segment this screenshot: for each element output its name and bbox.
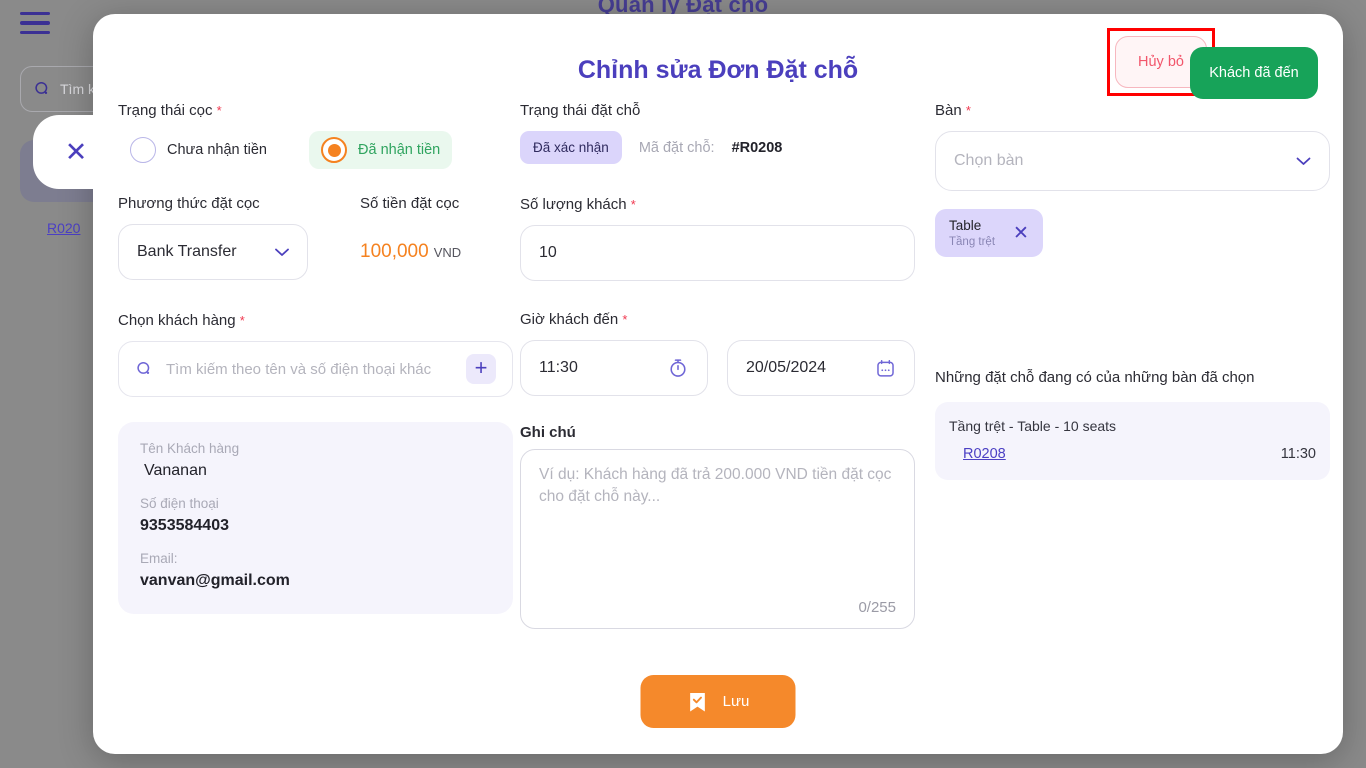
existing-reservation-row: R0208 11:30 xyxy=(949,446,1316,462)
existing-reservations-group: Những đặt chỗ đang có của những bàn đã c… xyxy=(935,369,1330,480)
save-button-label: Lưu xyxy=(722,693,750,710)
arrival-label: Giờ khách đến * xyxy=(520,311,628,328)
customer-select-label: Chọn khách hàng * xyxy=(118,312,245,329)
plus-icon: + xyxy=(474,355,488,380)
arrival-date-value: 20/05/2024 xyxy=(746,359,827,376)
chevron-down-icon xyxy=(1296,157,1311,165)
right-column: Bàn * Chọn bàn Table Tầng trệt ✕ Những đ… xyxy=(935,102,1330,480)
hamburger-icon[interactable] xyxy=(20,12,50,34)
note-textarea[interactable]: Ví dụ: Khách hàng đã trả 200.000 VND tiề… xyxy=(520,449,915,629)
middle-column: Trạng thái đặt chỗ Đã xác nhận Mã đặt ch… xyxy=(520,102,915,629)
guest-count-value: 10 xyxy=(539,244,557,261)
arrival-row: 11:30 20/05/2024 xyxy=(520,340,915,396)
chevron-down-icon xyxy=(275,248,289,256)
close-modal-button[interactable]: ✕ xyxy=(33,115,125,189)
customer-select-group: Chọn khách hàng * Tìm kiếm theo tên và s… xyxy=(118,312,513,397)
chip-table-name: Table xyxy=(949,218,982,233)
deposit-status-label: Trạng thái cọc * xyxy=(118,102,222,119)
search-icon xyxy=(35,81,48,94)
guest-count-group: Số lượng khách * 10 xyxy=(520,196,915,281)
required-marker: * xyxy=(216,103,222,118)
status-badge: Đã xác nhận xyxy=(520,131,622,164)
customer-phone-label: Số điện thoại xyxy=(140,496,219,511)
customer-search-placeholder: Tìm kiếm theo tên và số điện thoại khác xyxy=(166,360,432,378)
customer-search-input[interactable]: Tìm kiếm theo tên và số điện thoại khác … xyxy=(118,341,513,397)
customer-name-label: Tên Khách hàng xyxy=(140,441,240,456)
chip-table-area: Tầng trệt xyxy=(949,236,996,248)
note-character-counter: 0/255 xyxy=(858,599,896,616)
guest-count-input[interactable]: 10 xyxy=(520,225,915,281)
deposit-amount-currency: VND xyxy=(433,244,462,260)
customer-email-value: vanvan@gmail.com xyxy=(140,572,290,589)
guest-arrived-label: Khách đã đến xyxy=(1209,65,1299,81)
radio-circle-icon xyxy=(130,137,156,163)
booking-code-label: Mã đặt chỗ: xyxy=(638,139,715,156)
close-icon: ✕ xyxy=(64,136,88,167)
radio-option-not-received[interactable]: Chưa nhận tiền xyxy=(118,131,279,169)
search-icon xyxy=(137,361,150,374)
required-marker: * xyxy=(622,312,628,327)
arrival-date-input[interactable]: 20/05/2024 xyxy=(727,340,915,396)
customer-email-label: Email: xyxy=(140,551,178,566)
table-select-placeholder: Chọn bàn xyxy=(954,152,1024,169)
remove-table-icon[interactable]: ✕ xyxy=(1013,222,1029,245)
deposit-amount-value-row: 100,000 VND xyxy=(360,224,461,280)
background-reservation-link[interactable]: R020 xyxy=(47,220,80,236)
booking-code-value: #R0208 xyxy=(731,139,783,156)
deposit-amount-group: Số tiền đặt cọc 100,000 VND xyxy=(360,195,461,280)
arrival-group: Giờ khách đến * 11:30 20/05/2024 xyxy=(520,311,915,396)
deposit-status-radio-group: Chưa nhận tiền Đã nhận tiền xyxy=(118,131,513,169)
deposit-method-select[interactable]: Bank Transfer xyxy=(118,224,308,280)
arrival-time-value: 11:30 xyxy=(539,359,578,376)
booking-status-label: Trạng thái đặt chỗ xyxy=(520,102,641,119)
deposit-method-label: Phương thức đặt cọc xyxy=(118,195,260,212)
radio-option-received[interactable]: Đã nhận tiền xyxy=(309,131,453,169)
table-select[interactable]: Chọn bàn xyxy=(935,131,1330,191)
required-marker: * xyxy=(239,313,245,328)
existing-reservations-heading: Những đặt chỗ đang có của những bàn đã c… xyxy=(935,369,1255,386)
save-button[interactable]: Lưu xyxy=(640,675,796,728)
chip-text: Table Tầng trệt xyxy=(949,218,995,248)
customer-name-value: Vananan xyxy=(144,462,207,479)
edit-reservation-modal: ✕ Chỉnh sửa Đơn Đặt chỗ Hủy bỏ Khách đã … xyxy=(33,14,1343,754)
customer-phone-value: 9353584403 xyxy=(140,517,229,534)
deposit-amount-label: Số tiền đặt cọc xyxy=(360,195,460,212)
note-label: Ghi chú xyxy=(520,424,576,441)
bookmark-check-icon xyxy=(690,692,705,712)
required-marker: * xyxy=(965,103,971,118)
existing-reservation-title: Tầng trệt - Table - 10 seats xyxy=(949,418,1117,434)
existing-reservation-item: Tầng trệt - Table - 10 seats R0208 11:30 xyxy=(935,402,1330,480)
left-column: Trạng thái cọc * Chưa nhận tiền Đã nhận … xyxy=(118,102,513,614)
table-select-label: Bàn * xyxy=(935,102,971,119)
radio-circle-selected-icon xyxy=(321,137,347,163)
deposit-amount-value: 100,000 xyxy=(360,241,429,262)
stopwatch-icon xyxy=(670,359,686,377)
existing-reservation-time: 11:30 xyxy=(1280,446,1316,462)
guest-count-label: Số lượng khách * xyxy=(520,196,636,213)
selected-table-chip: Table Tầng trệt ✕ xyxy=(935,209,1043,257)
background-search-placeholder: Tìm k xyxy=(60,81,95,97)
note-placeholder: Ví dụ: Khách hàng đã trả 200.000 VND tiề… xyxy=(539,466,892,506)
deposit-method-group: Phương thức đặt cọc Bank Transfer xyxy=(118,195,308,280)
booking-status-row: Đã xác nhận Mã đặt chỗ: #R0208 xyxy=(520,131,915,164)
required-marker: * xyxy=(630,197,636,212)
arrival-time-input[interactable]: 11:30 xyxy=(520,340,708,396)
calendar-icon xyxy=(877,359,894,377)
note-group: Ghi chú Ví dụ: Khách hàng đã trả 200.000… xyxy=(520,424,915,629)
deposit-details-row: Phương thức đặt cọc Bank Transfer Số tiề… xyxy=(118,195,513,280)
add-customer-button[interactable]: + xyxy=(466,354,496,384)
guest-arrived-button[interactable]: Khách đã đến xyxy=(1190,47,1318,99)
customer-info-card: Tên Khách hàng Vananan Số điện thoại 935… xyxy=(118,422,513,614)
cancel-button-label: Hủy bỏ xyxy=(1138,54,1184,70)
deposit-method-value: Bank Transfer xyxy=(137,243,237,260)
existing-reservation-code-link[interactable]: R0208 xyxy=(963,446,1006,462)
